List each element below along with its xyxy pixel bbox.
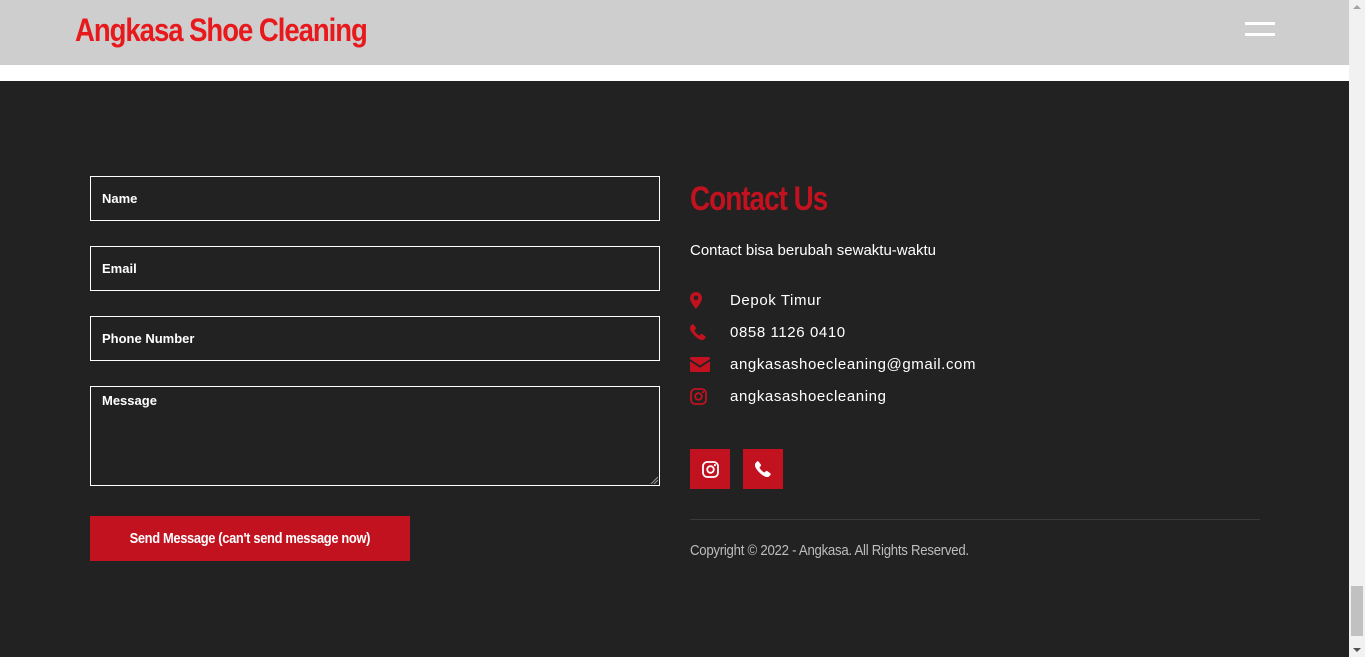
contact-item-address: Depok Timur: [690, 290, 822, 310]
contact-item-phone: 0858 1126 0410: [690, 322, 846, 342]
hamburger-line: [1245, 33, 1275, 36]
hamburger-menu-icon[interactable]: [1245, 22, 1275, 36]
brand-logo[interactable]: Angkasa Shoe Cleaning: [75, 12, 368, 49]
contact-item-instagram: angkasashoecleaning: [690, 386, 887, 406]
map-pin-icon: [690, 290, 730, 310]
message-textarea[interactable]: Message: [90, 386, 660, 486]
contact-item-email: angkasashoecleaning@gmail.com: [690, 354, 976, 374]
send-message-label: Send Message (can't send message now): [129, 530, 371, 547]
name-input[interactable]: Name: [90, 176, 660, 221]
phone-placeholder: Phone Number: [102, 331, 195, 346]
email-input[interactable]: Email: [90, 246, 660, 291]
email-text: angkasashoecleaning@gmail.com: [730, 355, 977, 373]
phone-social-button[interactable]: [743, 449, 783, 489]
send-message-button[interactable]: Send Message (can't send message now): [90, 516, 410, 561]
instagram-text: angkasashoecleaning: [730, 387, 887, 405]
name-placeholder: Name: [102, 191, 138, 206]
phone-icon: [690, 322, 730, 342]
hamburger-line: [1245, 22, 1275, 25]
email-placeholder: Email: [102, 261, 137, 276]
site-header: Angkasa Shoe Cleaning: [0, 0, 1349, 65]
scrollbar-thumb[interactable]: [1351, 586, 1363, 636]
copyright-text: Copyright © 2022 - Angkasa. All Rights R…: [690, 542, 969, 559]
instagram-icon: [690, 386, 730, 406]
resize-handle-icon[interactable]: [650, 476, 658, 484]
instagram-icon: [701, 460, 719, 478]
scroll-down-arrow-icon[interactable]: [1353, 648, 1361, 652]
address-text: Depok Timur: [730, 291, 822, 309]
instagram-social-button[interactable]: [690, 449, 730, 489]
message-placeholder: Message: [102, 393, 157, 408]
vertical-scrollbar[interactable]: [1349, 0, 1365, 657]
envelope-icon: [690, 354, 730, 374]
contact-section: [0, 81, 1349, 657]
scroll-up-arrow-icon[interactable]: [1353, 5, 1361, 9]
phone-number-input[interactable]: Phone Number: [90, 316, 660, 361]
contact-us-heading: Contact Us: [690, 180, 828, 218]
phone-icon: [755, 461, 771, 477]
phone-text: 0858 1126 0410: [730, 323, 846, 341]
footer-divider: [690, 519, 1260, 520]
contact-subtitle: Contact bisa berubah sewaktu-waktu: [690, 242, 936, 259]
